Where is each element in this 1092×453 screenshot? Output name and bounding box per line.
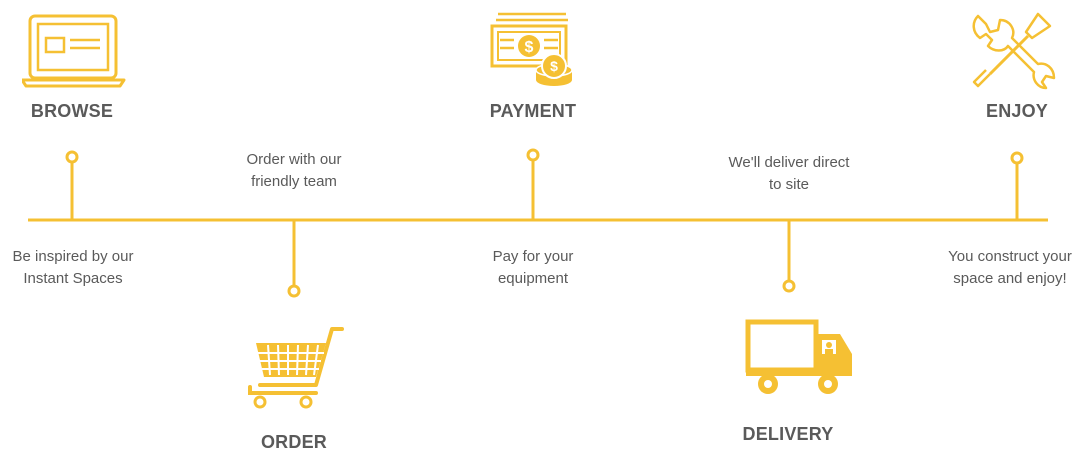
order-title: ORDER xyxy=(260,432,327,452)
money-icon: $ $ xyxy=(488,8,580,95)
enjoy-title: ENJOY xyxy=(985,101,1049,121)
truck-icon xyxy=(744,318,856,401)
browse-description: Be inspired by our Instant Spaces xyxy=(12,248,134,287)
delivery-description: We'll deliver direct to site xyxy=(728,154,850,193)
tools-icon xyxy=(968,8,1058,99)
laptop-icon xyxy=(20,12,126,97)
enjoy-description: You construct your space and enjoy! xyxy=(948,248,1072,287)
payment-description: Pay for your equipment xyxy=(492,248,574,287)
delivery-pin xyxy=(782,279,796,293)
payment-title: PAYMENT xyxy=(489,101,577,121)
browse-title: BROWSE xyxy=(30,101,114,121)
enjoy-pin xyxy=(1010,151,1024,165)
order-pin xyxy=(287,284,301,298)
shopping-cart-icon xyxy=(246,325,350,418)
payment-pin xyxy=(526,148,540,162)
delivery-title: DELIVERY xyxy=(742,424,834,444)
svg-text:$: $ xyxy=(550,58,558,74)
svg-text:$: $ xyxy=(525,39,534,56)
order-description: Order with our friendly team xyxy=(246,151,342,190)
browse-pin xyxy=(65,150,79,164)
